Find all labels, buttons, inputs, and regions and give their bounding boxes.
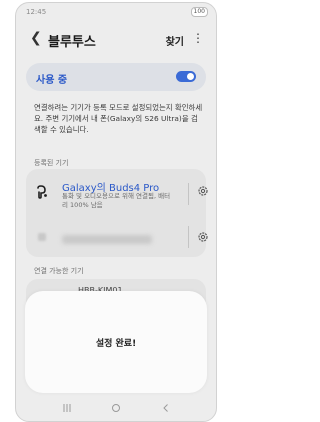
- home-icon[interactable]: [111, 403, 121, 417]
- app-header: ❮ 블루투스 찾기 ⋮: [16, 29, 216, 51]
- switch-knob: [187, 73, 194, 80]
- pairing-description: 연결하려는 기기가 등록 모드로 설정되었는지 확인하세요. 주변 기기에서 내…: [34, 103, 203, 134]
- status-time: 12:45: [26, 8, 47, 16]
- gear-icon[interactable]: [197, 185, 209, 197]
- phone-screen: 12:45 100 ❮ 블루투스 찾기 ⋮ 사용 중 연결하려는 기기가 등록 …: [15, 2, 217, 422]
- device-row-buds[interactable]: Galaxy의 Buds4 Pro 통화 및 오디오용으로 위해 연결됨, 배터…: [26, 169, 209, 215]
- divider: [188, 226, 189, 248]
- gear-icon[interactable]: [197, 231, 209, 243]
- page-title: 블루투스: [48, 35, 96, 50]
- bluetooth-status-label: 사용 중: [36, 75, 68, 86]
- status-bar: 12:45 100: [16, 3, 216, 19]
- available-devices-header: 연결 가능한 기기: [34, 267, 84, 275]
- navigation-bar: [16, 401, 216, 417]
- battery-icon: 100: [190, 7, 208, 17]
- back-icon[interactable]: [161, 403, 171, 417]
- device-icon: [38, 233, 46, 241]
- completion-sheet: 설정 완료!: [25, 291, 207, 393]
- bluetooth-switch[interactable]: [176, 71, 196, 82]
- bluetooth-toggle-card[interactable]: 사용 중: [26, 63, 206, 91]
- registered-devices-header: 등록된 기기: [34, 159, 69, 167]
- blurred-device-name: [62, 235, 152, 244]
- divider: [188, 183, 189, 205]
- back-arrow-icon[interactable]: ❮: [30, 31, 44, 45]
- device-status: 통화 및 오디오용으로 위해 연결됨, 배터리 100% 남음: [62, 192, 171, 209]
- device-row-blurred[interactable]: [26, 217, 209, 257]
- registered-devices-card: Galaxy의 Buds4 Pro 통화 및 오디오용으로 위해 연결됨, 배터…: [26, 169, 209, 257]
- search-button[interactable]: 찾기: [166, 33, 184, 48]
- earbuds-icon: [36, 185, 48, 199]
- recents-icon[interactable]: [62, 403, 72, 417]
- completion-message: 설정 완료!: [95, 339, 137, 349]
- more-options-icon[interactable]: ⋮: [192, 31, 204, 45]
